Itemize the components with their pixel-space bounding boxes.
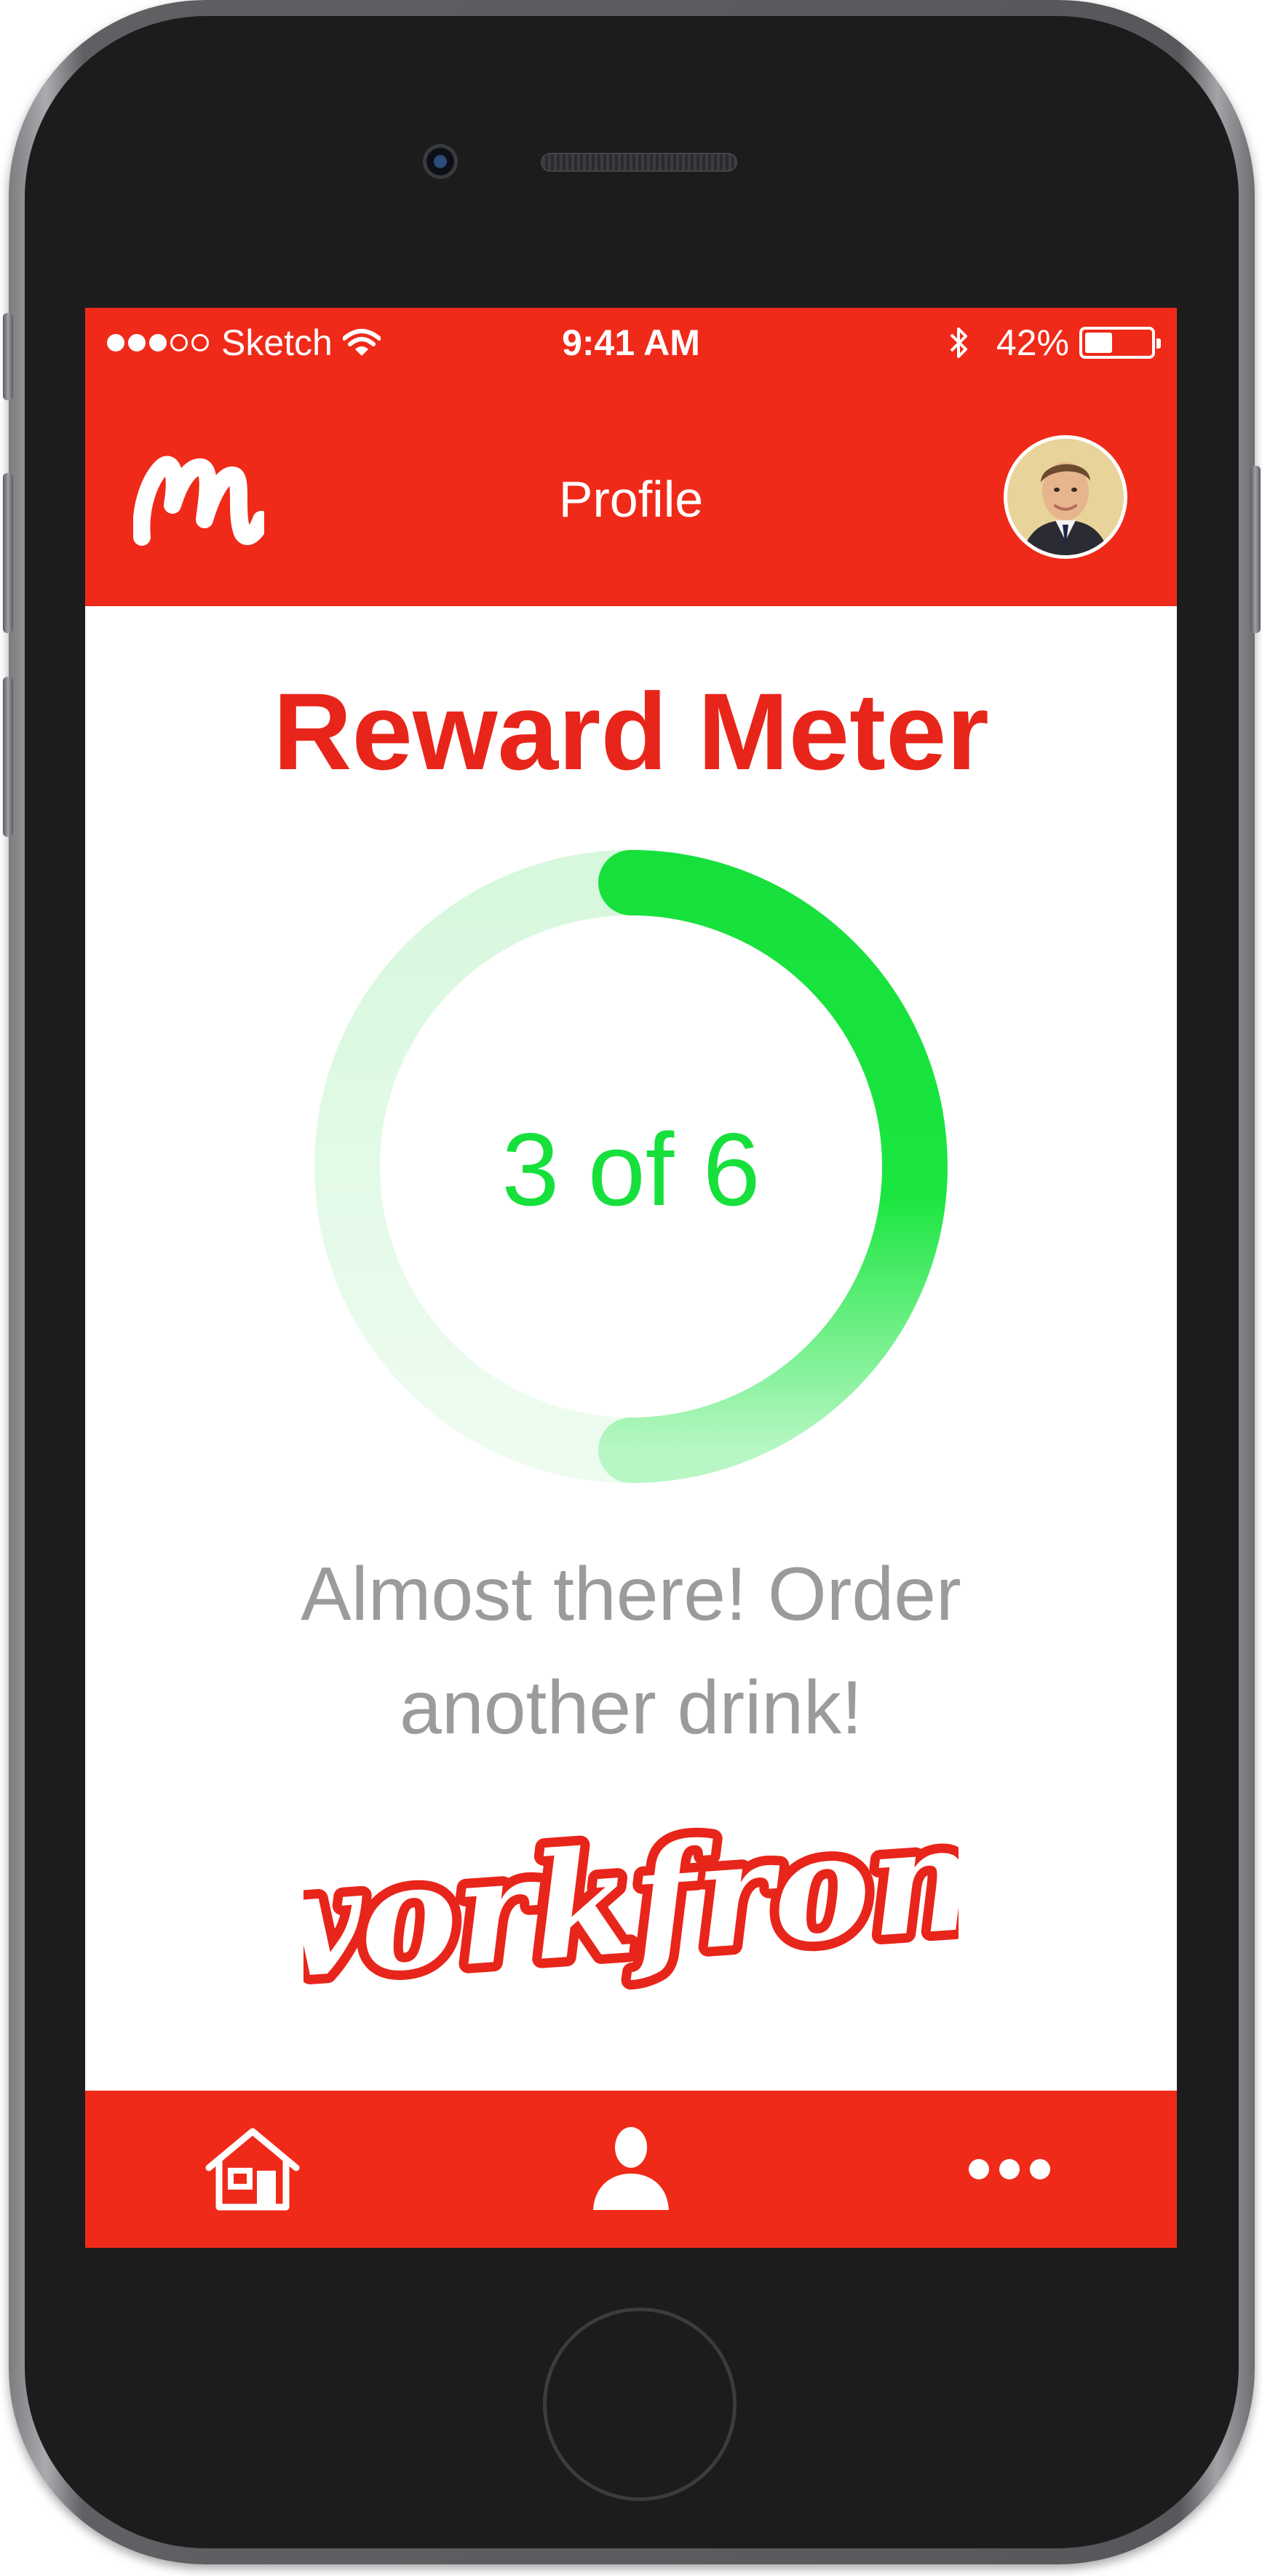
avatar-photo <box>1007 439 1124 555</box>
battery-tip <box>1156 338 1161 349</box>
reward-message: Almost there! Order another drink! <box>194 1538 1068 1765</box>
reward-message-line-1: Almost there! Order <box>301 1552 961 1637</box>
reward-meter-title: Reward Meter <box>273 670 989 792</box>
battery-icon <box>1079 327 1161 359</box>
avatar[interactable] <box>1004 435 1127 559</box>
more-icon[interactable] <box>959 2126 1060 2213</box>
power-button <box>1250 466 1261 633</box>
screen: Sketch 9:41 AM 42% Profile Reward Meter … <box>85 308 1177 2248</box>
reward-content: Reward Meter 3 of 6 Almost there! Order … <box>85 606 1177 2091</box>
status-right: 42% <box>948 322 1161 363</box>
volume-up-button <box>3 473 13 633</box>
home-icon[interactable] <box>202 2126 303 2213</box>
earpiece-speaker <box>541 153 737 172</box>
meter-progress-label: 3 of 6 <box>501 1112 761 1228</box>
profile-icon[interactable] <box>580 2126 682 2213</box>
nav-bar: Profile <box>85 377 1177 606</box>
tab-bar <box>85 2091 1177 2248</box>
front-camera <box>423 144 458 179</box>
wordmark-outline: workfrom <box>303 1800 959 2015</box>
mute-switch <box>3 313 13 400</box>
battery-fill <box>1085 333 1112 353</box>
battery-percentage: 42% <box>996 322 1069 363</box>
status-bar: Sketch 9:41 AM 42% <box>85 308 1177 377</box>
workfrom-wordmark-logo: workfrom <box>303 1800 959 2024</box>
reward-message-line-2: another drink! <box>400 1666 862 1750</box>
bluetooth-icon <box>950 327 967 358</box>
home-button[interactable] <box>543 2307 737 2501</box>
volume-down-button <box>3 677 13 837</box>
